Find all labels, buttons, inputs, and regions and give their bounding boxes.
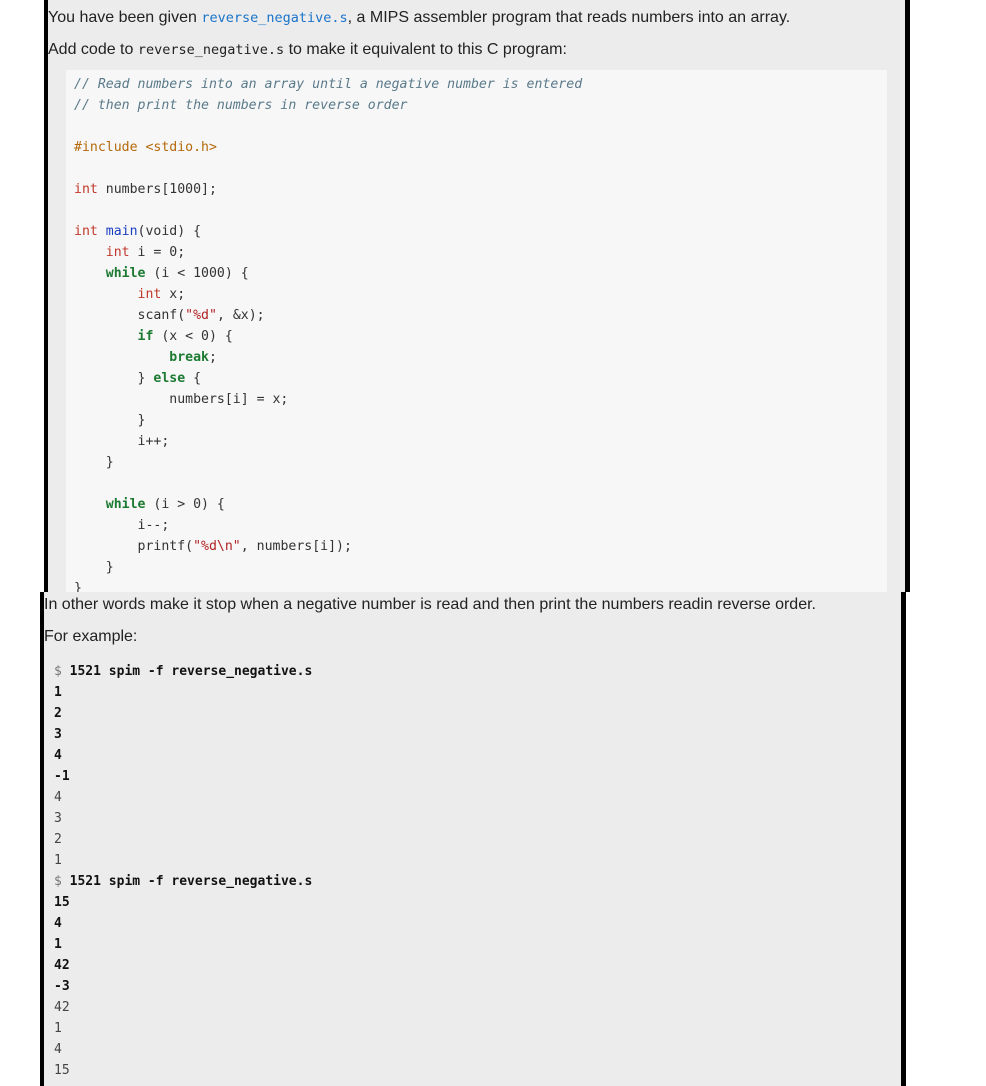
code-while-1: while (i < 1000) { (74, 265, 249, 283)
code-main-decl: int main(void) { (74, 223, 201, 241)
control-keyword: break (169, 350, 209, 365)
code-close-while-1: } (74, 454, 114, 472)
code-text: (i < 1000) { (145, 266, 249, 281)
example-panel: In other words make it stop when a negat… (44, 592, 901, 1086)
code-text: (x < 0) { (153, 329, 233, 344)
code-text: printf( (137, 539, 194, 554)
terminal-input: -3 (54, 979, 70, 994)
intro-text: You have been given (48, 9, 202, 26)
terminal-output: 2 (54, 832, 62, 847)
intro-text-2: Add code to (48, 41, 138, 58)
terminal-output: 3 (54, 811, 62, 826)
code-include: #include <stdio.h> (74, 140, 217, 155)
terminal-command: 1521 spim -f reverse_negative.s (69, 874, 313, 889)
terminal-command: 1521 spim -f reverse_negative.s (69, 664, 313, 679)
prompt-symbol: $ (54, 874, 62, 889)
code-text: numbers[1000]; (97, 182, 217, 197)
code-int-i: int i = 0; (74, 244, 185, 262)
code-text: , numbers[i]); (240, 539, 352, 554)
terminal-input: 4 (54, 916, 62, 931)
code-scanf: scanf("%d", &x); (74, 307, 265, 325)
code-text: } (137, 371, 154, 386)
code-text: i = 0; (129, 245, 186, 260)
terminal-command-line: $ 1521 spim -f reverse_negative.s (54, 873, 312, 891)
type-keyword: int (137, 287, 162, 302)
code-close-main: } (74, 580, 82, 592)
code-increment: i++; (74, 433, 170, 451)
right-border-bottom (901, 592, 906, 1086)
code-text: , &x); (216, 308, 265, 323)
terminal-output: 42 (54, 1000, 70, 1015)
code-text: i--; (137, 518, 170, 533)
prompt-symbol: $ (54, 664, 62, 679)
code-break: break; (74, 349, 217, 367)
terminal-output: 15 (54, 1063, 70, 1078)
code-printf: printf("%d\n", numbers[i]); (74, 538, 352, 556)
code-text: } (137, 413, 146, 428)
reverse-negative-link[interactable]: reverse_negative.s (201, 10, 347, 26)
code-text: x; (161, 287, 186, 302)
code-decrement: i--; (74, 517, 170, 535)
code-numbers-decl: int numbers[1000]; (74, 181, 217, 199)
explanation-text: In other words make it stop when a negat… (44, 596, 816, 613)
intro-text-2-post: to make it equivalent to this C program: (284, 41, 567, 58)
code-assign: numbers[i] = x; (74, 391, 288, 409)
code-text: (i > 0) { (145, 497, 225, 512)
type-keyword: int (74, 182, 98, 197)
code-else: } else { (74, 370, 202, 388)
control-keyword: else (153, 371, 186, 386)
intro-line-1: You have been given reverse_negative.s, … (48, 9, 790, 27)
terminal-input: 4 (54, 748, 62, 763)
terminal-output: 1 (54, 853, 62, 868)
instructions-panel: You have been given reverse_negative.s, … (44, 0, 908, 592)
code-text: } (105, 455, 114, 470)
code-comment-1: // Read numbers into an array until a ne… (74, 77, 583, 92)
code-close-while-2: } (74, 559, 114, 577)
code-text: } (105, 560, 114, 575)
for-example-text: For example: (44, 628, 138, 645)
string-literal: "%d\n" (193, 539, 241, 554)
terminal-input: 3 (54, 727, 62, 742)
terminal-command-line: $ 1521 spim -f reverse_negative.s (54, 663, 312, 681)
control-keyword: if (137, 329, 154, 344)
code-comment-2: // then print the numbers in reverse ord… (74, 98, 408, 113)
code-close-inner: } (74, 412, 146, 430)
code-text: } (74, 581, 82, 592)
function-name: main (105, 224, 138, 239)
terminal-output: 4 (54, 1042, 62, 1057)
terminal-output: 4 (54, 790, 62, 805)
code-if: if (x < 0) { (74, 328, 233, 346)
right-border-top (905, 0, 910, 592)
code-text: (void) { (137, 224, 202, 239)
type-keyword: int (105, 245, 130, 260)
code-text: numbers[i] = x; (169, 392, 289, 407)
code-text: ; (208, 350, 217, 365)
code-text: { (185, 371, 202, 386)
left-border-bottom (40, 592, 44, 1086)
left-border-top (44, 0, 48, 592)
code-int-x: int x; (74, 286, 186, 304)
type-keyword: int (74, 224, 98, 239)
string-literal: "%d" (185, 308, 217, 323)
code-text: i++; (137, 434, 170, 449)
terminal-input: 2 (54, 706, 62, 721)
intro-line-2: Add code to reverse_negative.s to make i… (48, 41, 567, 59)
terminal-input: -1 (54, 769, 70, 784)
terminal-input: 1 (54, 937, 62, 952)
terminal-input: 42 (54, 958, 70, 973)
terminal-input: 1 (54, 685, 62, 700)
terminal-input: 15 (54, 895, 70, 910)
intro-text-post: , a MIPS assembler program that reads nu… (347, 9, 791, 26)
c-program-code-block: // Read numbers into an array until a ne… (66, 70, 887, 592)
control-keyword: while (105, 266, 146, 281)
filename-code: reverse_negative.s (137, 42, 285, 58)
code-while-2: while (i > 0) { (74, 496, 225, 514)
terminal-output: 1 (54, 1021, 62, 1036)
code-text: scanf( (137, 308, 186, 323)
control-keyword: while (105, 497, 146, 512)
